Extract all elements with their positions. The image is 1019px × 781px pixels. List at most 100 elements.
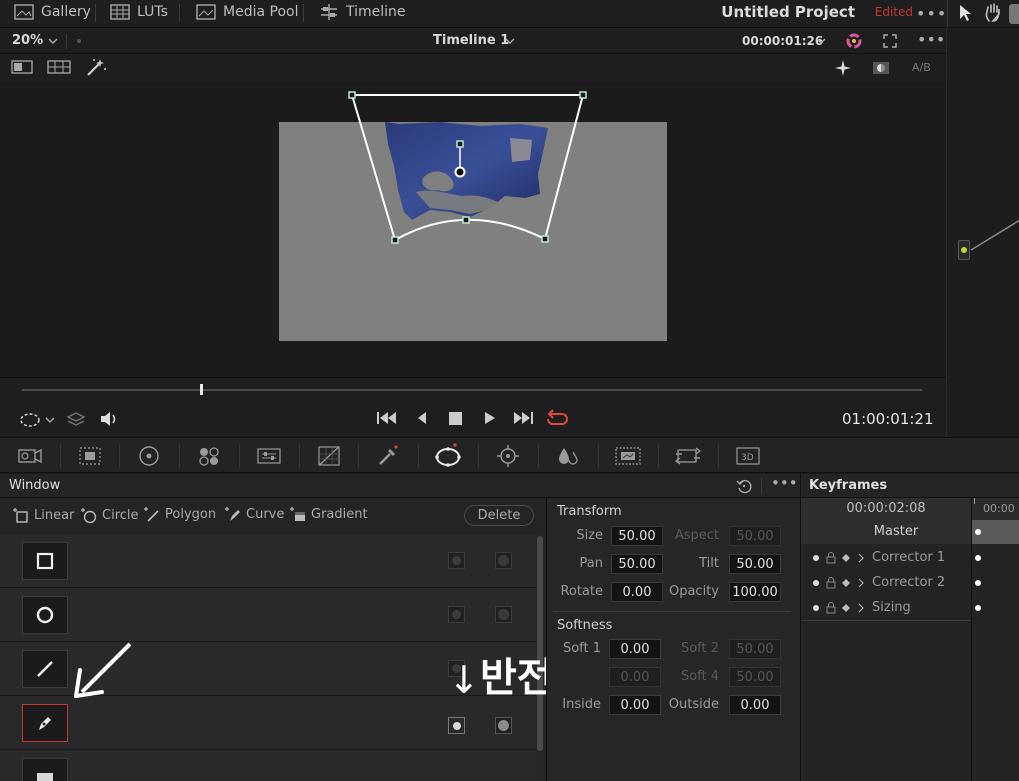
tab-gallery[interactable]: Gallery <box>14 0 91 24</box>
play-icon[interactable] <box>483 411 497 425</box>
tab-media-pool[interactable]: Media Pool <box>196 0 298 24</box>
tool-color-match[interactable] <box>60 438 120 473</box>
keyframes-row-sizing[interactable]: Sizing <box>801 595 971 620</box>
keyframe-diamond-icon[interactable] <box>842 603 850 612</box>
invert-toggle-active[interactable] <box>448 717 465 734</box>
node-input[interactable] <box>958 240 970 260</box>
tool-hdr[interactable] <box>179 438 239 473</box>
inside-field[interactable]: 0.00 <box>609 695 661 715</box>
stop-icon[interactable] <box>449 412 462 425</box>
wipe-mode-icon[interactable] <box>19 411 57 429</box>
curve-window-button[interactable]: Curve <box>224 506 284 522</box>
chevron-right-icon[interactable] <box>858 578 865 588</box>
circle-window-toggle[interactable] <box>22 596 68 634</box>
tool-sizing[interactable] <box>658 438 718 473</box>
opacity-field[interactable]: 100.00 <box>729 582 781 602</box>
keyframe-dot[interactable] <box>975 580 981 586</box>
linear-window-toggle[interactable] <box>22 542 68 580</box>
aspect-field[interactable]: 50.00 <box>729 526 781 546</box>
hand-icon[interactable] <box>984 3 1002 23</box>
soft4-field[interactable]: 50.00 <box>729 667 781 687</box>
tool-qualifier[interactable] <box>358 438 418 473</box>
delete-window-button[interactable]: Delete <box>464 505 534 526</box>
polygon-window-button[interactable]: Polygon <box>143 506 216 522</box>
tool-blur[interactable] <box>538 438 598 473</box>
skip-to-end-icon[interactable] <box>512 411 534 425</box>
skip-to-start-icon[interactable] <box>376 411 398 425</box>
speaker-icon[interactable] <box>99 410 119 428</box>
chevron-down-icon[interactable] <box>48 37 58 45</box>
chevron-right-icon[interactable] <box>858 603 865 613</box>
more-options-icon[interactable]: ••• <box>917 30 945 49</box>
keyframe-dot[interactable] <box>975 529 981 535</box>
reset-icon[interactable] <box>736 478 752 494</box>
curve-window-toggle[interactable] <box>22 704 68 742</box>
grid-view-icon[interactable] <box>47 60 71 74</box>
window-row-curve[interactable] <box>0 696 536 750</box>
gradient-window-button[interactable]: Gradient <box>289 506 368 522</box>
tool-camera-raw[interactable] <box>0 438 60 473</box>
panel-toggle[interactable] <box>1009 4 1019 24</box>
tool-window[interactable] <box>418 438 478 473</box>
color-wheel-icon[interactable] <box>845 32 863 50</box>
fullscreen-icon[interactable] <box>882 33 898 49</box>
tilt-field[interactable]: 50.00 <box>729 554 781 574</box>
mask-toggle[interactable] <box>495 717 512 734</box>
keyframe-dot[interactable] <box>975 605 981 611</box>
more-options-icon[interactable]: ••• <box>771 474 798 492</box>
lock-icon[interactable] <box>826 576 836 589</box>
circle-window-button[interactable]: Circle <box>80 507 139 523</box>
invert-toggle[interactable] <box>448 552 465 569</box>
keyframes-row-corrector-1[interactable]: Corrector 1 <box>801 545 971 570</box>
tool-key[interactable] <box>598 438 658 473</box>
keyframe-diamond-icon[interactable] <box>842 553 850 562</box>
polygon-window-toggle[interactable] <box>22 650 68 688</box>
window-row-gradient[interactable] <box>0 750 536 781</box>
chevron-down-icon[interactable] <box>505 37 515 45</box>
lock-icon[interactable] <box>826 601 836 614</box>
step-back-icon[interactable] <box>415 411 429 425</box>
pan-field[interactable]: 50.00 <box>611 554 663 574</box>
magic-wand-icon[interactable] <box>85 57 107 77</box>
loop-icon[interactable] <box>545 408 569 428</box>
chevron-right-icon[interactable] <box>858 553 865 563</box>
window-row-linear[interactable] <box>0 534 536 588</box>
rotate-field[interactable]: 0.00 <box>611 582 663 602</box>
chevron-down-icon[interactable] <box>816 37 826 45</box>
outside-field[interactable]: 0.00 <box>729 695 781 715</box>
timeline-name[interactable]: Timeline 1 <box>433 33 509 48</box>
keyframe-diamond-icon[interactable] <box>842 578 850 587</box>
keyframes-row-corrector-2[interactable]: Corrector 2 <box>801 570 971 595</box>
more-options-icon[interactable]: ••• <box>916 4 946 23</box>
size-field[interactable]: 50.00 <box>611 526 663 546</box>
highlight-sparkle-icon[interactable] <box>833 58 853 78</box>
mask-toggle[interactable] <box>495 552 512 569</box>
window-row-circle[interactable] <box>0 588 536 642</box>
invert-toggle[interactable] <box>448 606 465 623</box>
mask-toggle[interactable] <box>495 606 512 623</box>
ab-compare-toggle[interactable]: A/B <box>912 61 931 74</box>
soft1-field[interactable]: 0.00 <box>609 639 661 659</box>
linear-window-button[interactable]: Linear <box>12 507 74 523</box>
tool-3d[interactable]: 3D <box>718 438 778 473</box>
zoom-dropdown[interactable]: 20% <box>12 33 43 48</box>
curve-window-overlay[interactable] <box>0 82 946 377</box>
tool-primaries[interactable] <box>119 438 179 473</box>
tool-curves[interactable] <box>299 438 359 473</box>
pointer-icon[interactable] <box>958 4 972 22</box>
soft2-field[interactable]: 50.00 <box>729 639 781 659</box>
gradient-window-toggle[interactable] <box>22 758 68 781</box>
keyframe-dot[interactable] <box>975 555 981 561</box>
lock-icon[interactable] <box>826 551 836 564</box>
layers-icon[interactable] <box>67 411 85 429</box>
scrub-playhead[interactable] <box>200 384 203 395</box>
scrub-track[interactable] <box>22 389 922 391</box>
tool-rgb-mixer[interactable] <box>239 438 299 473</box>
tool-tracker[interactable] <box>478 438 538 473</box>
list-scrollbar[interactable] <box>537 536 543 751</box>
tab-timeline[interactable]: Timeline <box>319 0 406 24</box>
split-compare-icon[interactable] <box>872 61 890 75</box>
single-view-icon[interactable] <box>11 60 33 74</box>
tab-luts[interactable]: LUTs <box>110 0 168 24</box>
node-editor[interactable] <box>946 28 1019 437</box>
